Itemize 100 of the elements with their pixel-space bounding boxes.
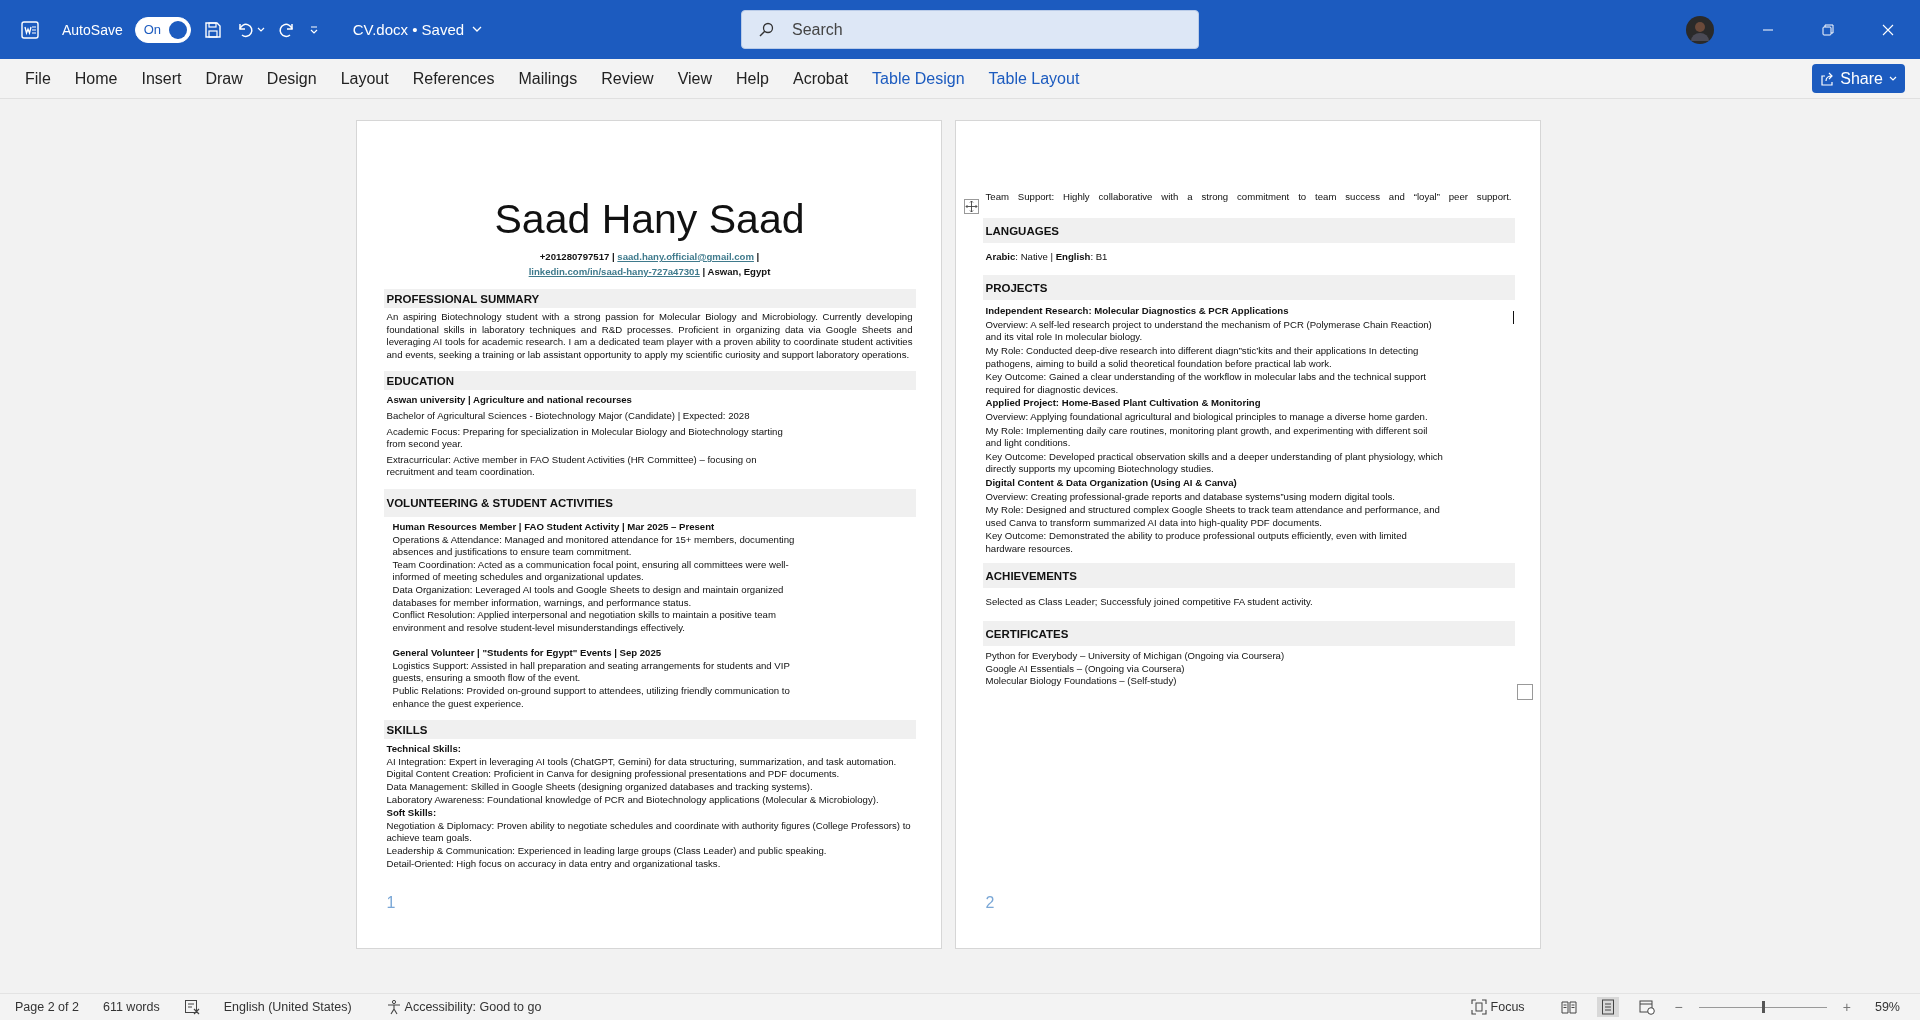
contact-text: +201280797517 | [539, 251, 616, 262]
language-status[interactable]: English (United States) [223, 1000, 352, 1014]
body-text: Key Outcome: Developed practical observation skills and a deeper understanding of plant physiology, which directly supports my upcoming Biotechnology studies. [985, 450, 1444, 476]
body-text: Data Management: Skilled in Google Sheets (designing organized databases and tracking systems). [386, 781, 814, 794]
document-title[interactable]: CV.docx • Saved [352, 21, 483, 38]
zoom-out-button[interactable]: − [1674, 999, 1683, 1015]
save-icon[interactable] [202, 19, 223, 40]
page-number: 2 [985, 894, 996, 912]
text-cursor [1512, 311, 1514, 324]
share-button[interactable]: Share [1812, 64, 1905, 93]
body-text: Key Outcome: Gained a clear understanding of the workflow in molecular labs and the technical support required for diagnostic devices. [985, 371, 1427, 397]
subheading: Soft Skills: [386, 807, 438, 820]
zoom-in-button[interactable]: + [1842, 999, 1851, 1015]
ribbon-tab[interactable]: Review [589, 63, 666, 94]
body-text: Digital Content Creation: Proficient in Canva for designing professional presentations and PDF documents. [386, 768, 841, 782]
body-text: Detail-Oriented: High focus on accuracy in data entry and organizational tasks. [386, 857, 722, 871]
body-text: Google AI Essentials – (Ongoing via Coursera) [985, 662, 1186, 676]
ribbon-tab[interactable]: File [13, 63, 63, 94]
ribbon-tab[interactable]: Help [724, 63, 781, 94]
customize-caret-icon[interactable] [308, 24, 319, 35]
proofing-icon[interactable] [183, 999, 200, 1015]
section-heading: PROJECTS [982, 275, 1515, 301]
entry-title: General Volunteer | "Students for Egypt" Events | Sep 2025 [392, 647, 663, 660]
body-text: AI Integration: Expert in leveraging AI tools (ChatGPT, Gemini) for data structuring, summarization, and task automation. [386, 755, 898, 769]
section-heading: SKILLS [383, 720, 916, 740]
body-text: Bachelor of Agricultural Sciences - Biotechnology Major (Candidate) | Expected: 2028 [386, 409, 751, 423]
zoom-level[interactable]: 59% [1874, 1000, 1900, 1014]
search-field[interactable]: Search [741, 10, 1199, 49]
body-text: Arabic: Native | English: B1 [985, 250, 1109, 264]
ribbon-tab[interactable]: Home [62, 63, 130, 94]
autosave-label: AutoSave [62, 21, 123, 38]
subheading: Digital Content & Data Organization (Using AI & Canva) [985, 476, 1238, 490]
accessibility-icon [385, 999, 402, 1015]
section-heading: EDUCATION [383, 371, 916, 391]
body-text: Data Organization: Leveraged AI tools and Google Sheets to design and maintain organized databases for member information, warnings, and performance status. [392, 583, 785, 610]
move-handle-icon[interactable] [963, 199, 979, 214]
body-text: My Role: Conducted deep-dive research into different diagn”stic’kits and their applications In detecting pathogens, aiming to build a solid theoretical foundation before practical lab work. [985, 344, 1420, 371]
body-text: Laboratory Awareness: Foundational knowledge of PCR and Biotechnology applications (Molecular & Microbiology). [386, 793, 880, 807]
ribbon-tab[interactable]: Table Layout [976, 63, 1092, 94]
body-text: My Role: Designed and structured complex Google Sheets to track team attendance and performance, and used Canva to transform summarized AI data into high-quality PDF documents. [985, 504, 1441, 530]
entry-title: Human Resources Member | FAO Student Activity | Mar 2025 – Present [392, 520, 716, 534]
body-text: Overview: A self-led research project to understand the mechanism of PCR (Polymerase Chain Reaction) and its vital role In molecular biology. [985, 318, 1433, 344]
body-text: Overview: Applying foundational agricultural and biological principles to manage a diverse home garden. [985, 410, 1429, 424]
subheading: Aswan university | Agriculture and national recourses [386, 394, 633, 407]
accessibility-status[interactable]: Accessibility: Good to go [404, 1000, 542, 1014]
caret-icon[interactable] [256, 26, 265, 33]
body-text: Selected as Class Leader; Successfuly joined competitive FA student activity. [985, 596, 1314, 610]
body-text: Negotiation & Diplomacy: Proven ability to negotiate schedules and coordinate with authority figures (College Professors) to achieve team goals. [386, 819, 912, 845]
body-text: Leadership & Communication: Experienced in leading large groups (Class Leader) and public speaking. [386, 845, 828, 858]
restore-icon[interactable] [1822, 23, 1834, 36]
body-text: Logistics Support: Assisted in hall preparation and seating arrangements for students and VIP guests, ensuring a smooth flow of the event. [392, 659, 791, 686]
section-heading: CERTIFICATES [982, 621, 1515, 647]
section-heading: PROFESSIONAL SUMMARY [383, 289, 916, 308]
word-count[interactable]: 611 words [102, 1000, 160, 1014]
close-icon[interactable] [1882, 23, 1894, 36]
chevron-icon [472, 26, 483, 33]
end-of-row-marker [1516, 684, 1533, 700]
resume-name: Saad Hany Saad [493, 195, 806, 243]
body-text: Key Outcome: Demonstrated the ability to produce professional outputs efficiently, even with limited hardware resources. [985, 530, 1408, 556]
caret-icon [1889, 75, 1897, 82]
ribbon-tab[interactable]: Layout [328, 63, 401, 94]
contact-link[interactable]: linkedin.com/in/saad-hany-727a47301 [528, 266, 700, 277]
print-view-button[interactable] [1596, 997, 1619, 1017]
ribbon-tab[interactable]: Table Design [860, 63, 977, 94]
ribbon-tab[interactable]: Design [254, 63, 329, 94]
body-text: Python for Everybody – University of Michigan (Ongoing via Coursera) [985, 650, 1286, 663]
body-text: Overview: Creating professional-grade reports and database systems”using modern digital tools. [985, 490, 1397, 504]
ribbon-tab[interactable]: References [400, 63, 507, 94]
summary-paragraph: An aspiring Biotechnology student with a strong passion for Molecular Biology and Microbiology. Currently developing foundational skills in laboratory techniques and R&D processes. Proficient in organizing data via Google Sheets and leveraging AI tools for academic research. I am a dedicated team player with a proven ability to coordinate student activities and events, seeking a training or lab assistant opportunity to apply my scientific curiosity and support laboratory operations. [386, 311, 913, 362]
focus-button[interactable]: Focus [1470, 999, 1525, 1015]
body-text: Team Support: Highly collaborative with a strong commitment to team success and “loyal” peer support. [985, 191, 1512, 204]
contact-text: | [755, 251, 760, 262]
page-count[interactable]: Page 2 of 2 [15, 1000, 79, 1014]
ribbon-tab[interactable]: View [665, 63, 725, 94]
word-app-icon[interactable] [20, 19, 40, 40]
focus-icon [1470, 999, 1487, 1015]
body-text: Extracurricular: Active member in FAO Student Activities (HR Committee) – focusing on recruitment and team coordination. [386, 453, 758, 479]
ribbon-tab[interactable]: Draw [193, 63, 255, 94]
ribbon-tab[interactable]: Mailings [506, 63, 590, 94]
contact-text: | Aswan, Egypt [701, 266, 771, 277]
subheading: Independent Research: Molecular Diagnostics & PCR Applications [985, 305, 1290, 318]
subheading: Applied Project: Home-Based Plant Cultivation & Monitoring [985, 397, 1262, 410]
ribbon-tab[interactable]: Acrobat [780, 63, 861, 94]
section-heading: LANGUAGES [982, 217, 1515, 243]
body-text: Public Relations: Provided on-ground support to attendees, utilizing friendly communication to enhance the guest experience. [392, 685, 791, 711]
body-text: Conflict Resolution: Applied interpersonal and negotiation skills to maintain a positive team environment and resolve student-level misunderstandings effectively. [392, 609, 777, 635]
body-text: Team Coordination: Acted as a communication focal point, ensuring all committees were well-informed of meeting schedules and organizational updates. [392, 558, 790, 584]
zoom-slider[interactable] [1761, 1000, 1765, 1013]
body-text: Academic Focus: Preparing for specialization in Molecular Biology and Biotechnology starting from second year. [386, 425, 784, 451]
body-text: Molecular Biology Foundations – (Self-study) [985, 675, 1178, 688]
contact-link[interactable]: saad.hany.official@gmail.com [617, 251, 754, 262]
body-text: My Role: Implementing daily care routines, monitoring plant growth, and experimenting with different soil and light conditions. [985, 424, 1429, 450]
subheading: Technical Skills: [386, 743, 462, 756]
section-heading: ACHIEVEMENTS [982, 563, 1515, 589]
search-icon [758, 22, 774, 38]
autosave-toggle[interactable]: On [134, 16, 191, 43]
ribbon-tab[interactable]: Insert [129, 63, 194, 94]
body-text: Operations & Attendance: Managed and monitored attendance for 15+ members, documenting absences and justifications to ensure team commitment. [392, 533, 796, 559]
page-number: 1 [386, 894, 397, 912]
section-heading: VOLUNTEERING & STUDENT ACTIVITIES [383, 488, 916, 517]
